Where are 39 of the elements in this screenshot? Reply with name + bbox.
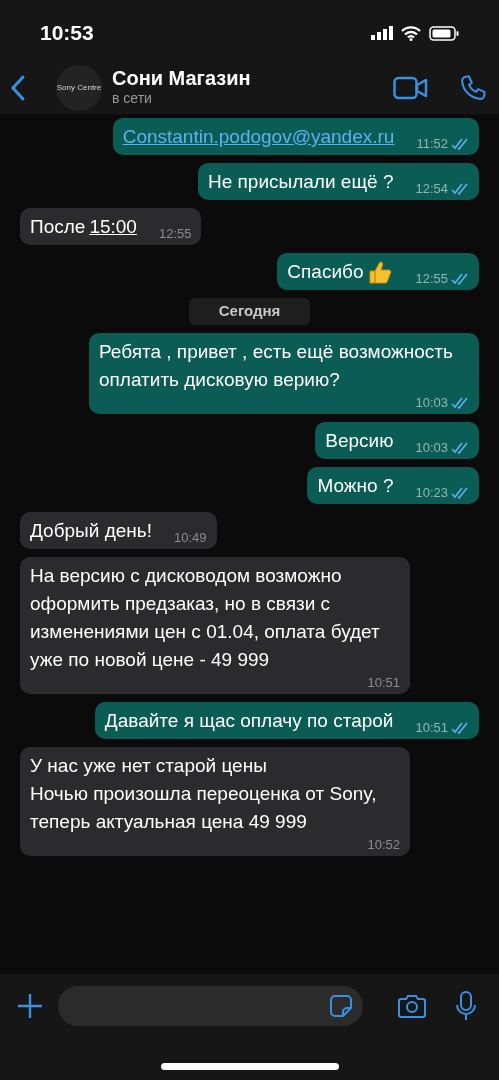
contact-status: в сети — [112, 90, 153, 106]
message-text: Добрый день! — [30, 518, 152, 543]
message-time: 12:54 — [415, 180, 448, 198]
microphone-icon[interactable] — [455, 991, 477, 1021]
message-text: После — [30, 215, 86, 239]
signal-icon — [371, 26, 393, 40]
message-text: У нас уже нет старой цены Ночью произошла переоценка от Sony, теперь актуальная цена 49 999 — [30, 753, 378, 834]
message-time: 12:55 — [158, 225, 192, 243]
camera-icon[interactable] — [397, 993, 427, 1019]
message-time: 12:55 — [415, 270, 448, 288]
message-time: 10:49 — [174, 528, 207, 547]
sticker-icon[interactable] — [329, 994, 353, 1018]
phone-icon[interactable] — [459, 74, 487, 102]
wifi-icon — [401, 25, 421, 41]
message-text: Давайте я щас оплачу по старой — [104, 708, 394, 733]
contact-avatar[interactable]: Sony Centre — [56, 65, 102, 111]
message-text: Не присылали ещё ? — [208, 170, 394, 194]
battery-icon — [429, 25, 459, 41]
date-separator: Сегодня — [188, 298, 311, 325]
video-call-icon[interactable] — [393, 76, 429, 100]
message-time: 10:03 — [415, 393, 448, 412]
message-time: 10:51 — [367, 673, 400, 692]
contact-name: Сони Магазин — [112, 66, 252, 90]
message-time: 10:03 — [415, 438, 448, 457]
message-time: 10:51 — [415, 718, 448, 737]
status-time: 10:53 — [40, 20, 94, 47]
back-icon[interactable] — [10, 74, 26, 102]
message-text: На версию с дисководом возможно оформить предзаказ, но в связи с изменениями цен с 01.04, оплата будет уже по новой цене - 49 999 — [30, 563, 381, 672]
message-text: Версию — [325, 428, 394, 453]
add-icon[interactable] — [16, 992, 44, 1020]
message-link[interactable]: 15:00 — [89, 213, 137, 241]
message-text: Можно ? — [317, 473, 394, 498]
message-time: 10:23 — [415, 483, 448, 502]
message-time: 11:52 — [416, 135, 448, 153]
message-text: Ребята , привет , есть ещё возможность оплатить дисковую верию? — [99, 339, 454, 392]
avatar-text: Sony Centre — [56, 84, 102, 92]
message-input-field[interactable] — [58, 986, 363, 1026]
message-time: 10:52 — [367, 835, 400, 854]
message-text: Спасибо — [287, 260, 364, 284]
